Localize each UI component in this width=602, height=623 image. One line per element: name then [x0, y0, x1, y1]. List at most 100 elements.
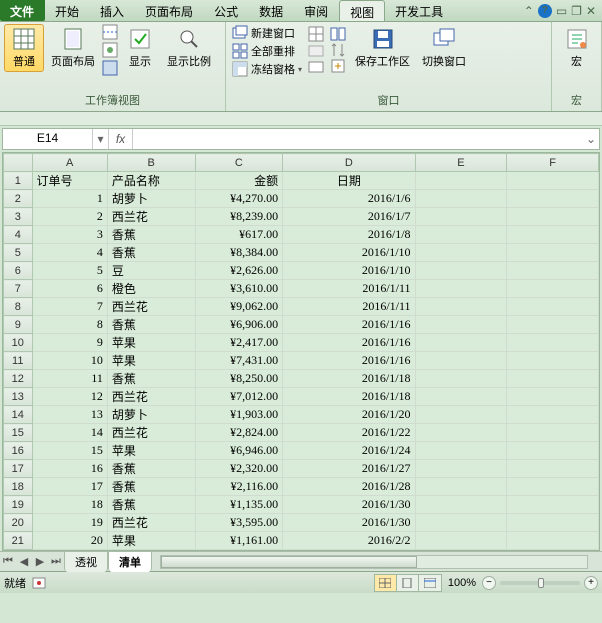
cell[interactable]: 2016/1/18 — [283, 370, 415, 388]
cell[interactable]: 2016/1/16 — [283, 352, 415, 370]
cell[interactable]: 2016/1/28 — [283, 478, 415, 496]
cell[interactable] — [507, 334, 599, 352]
cell[interactable] — [507, 280, 599, 298]
cell[interactable] — [415, 172, 507, 190]
cell[interactable]: 西兰花 — [107, 424, 195, 442]
tab-view[interactable]: 视图 — [339, 0, 385, 21]
cell[interactable]: ¥8,239.00 — [195, 208, 283, 226]
window-close-icon[interactable]: ✕ — [586, 4, 596, 18]
cell[interactable]: 10 — [32, 352, 107, 370]
cell[interactable]: ¥7,012.00 — [195, 388, 283, 406]
cell[interactable] — [415, 352, 507, 370]
row-header[interactable]: 6 — [4, 262, 33, 280]
row-header[interactable]: 9 — [4, 316, 33, 334]
cell[interactable]: ¥6,946.00 — [195, 442, 283, 460]
col-header[interactable]: C — [195, 154, 283, 172]
cell[interactable]: 豆 — [107, 262, 195, 280]
zoom-slider[interactable] — [500, 581, 580, 585]
cell[interactable]: 苹果 — [107, 442, 195, 460]
formula-bar-expand[interactable]: ⌄ — [583, 129, 599, 149]
row-header[interactable]: 18 — [4, 478, 33, 496]
cell[interactable] — [415, 442, 507, 460]
help-icon[interactable]: ? — [538, 4, 552, 18]
tab-review[interactable]: 审阅 — [294, 0, 339, 21]
sheet-tab-list[interactable]: 清单 — [108, 551, 152, 572]
name-box[interactable]: E14 — [3, 129, 93, 149]
row-header[interactable]: 17 — [4, 460, 33, 478]
cell[interactable]: 香蕉 — [107, 478, 195, 496]
new-window-button[interactable]: 新建窗口 — [230, 24, 304, 42]
cell[interactable] — [415, 334, 507, 352]
cell[interactable]: ¥617.00 — [195, 226, 283, 244]
custom-view-icon[interactable] — [102, 42, 118, 58]
row-header[interactable]: 2 — [4, 190, 33, 208]
cell[interactable]: ¥8,384.00 — [195, 244, 283, 262]
cell[interactable]: 订单号 — [32, 172, 107, 190]
cell[interactable]: ¥9,062.00 — [195, 298, 283, 316]
cell[interactable] — [415, 262, 507, 280]
view-normal-shortcut[interactable] — [375, 575, 397, 591]
cell[interactable] — [507, 406, 599, 424]
cell[interactable]: ¥2,626.00 — [195, 262, 283, 280]
cell[interactable] — [415, 514, 507, 532]
cell[interactable]: 20 — [32, 532, 107, 550]
cell[interactable]: 苹果 — [107, 532, 195, 550]
cell[interactable]: 3 — [32, 226, 107, 244]
cell[interactable] — [415, 244, 507, 262]
cell[interactable] — [415, 478, 507, 496]
side-by-side-icon[interactable] — [330, 26, 346, 42]
cell[interactable]: 4 — [32, 244, 107, 262]
cell[interactable] — [415, 208, 507, 226]
cell[interactable]: 1 — [32, 190, 107, 208]
cell[interactable]: 产品名称 — [107, 172, 195, 190]
col-header[interactable]: F — [507, 154, 599, 172]
cell[interactable]: 12 — [32, 388, 107, 406]
cell[interactable]: 胡萝卜 — [107, 406, 195, 424]
cell[interactable]: ¥1,161.00 — [195, 532, 283, 550]
sheet-nav-prev[interactable]: ◀ — [16, 555, 32, 568]
cell[interactable] — [507, 514, 599, 532]
cell[interactable]: 香蕉 — [107, 226, 195, 244]
row-header[interactable]: 13 — [4, 388, 33, 406]
cell[interactable] — [507, 226, 599, 244]
cell[interactable]: 日期 — [283, 172, 415, 190]
cell[interactable] — [415, 496, 507, 514]
cell[interactable] — [507, 172, 599, 190]
col-header[interactable]: B — [107, 154, 195, 172]
formula-input[interactable] — [133, 129, 583, 149]
cell[interactable]: 橙色 — [107, 280, 195, 298]
cell[interactable]: 2016/1/16 — [283, 334, 415, 352]
cell[interactable]: 2016/1/30 — [283, 514, 415, 532]
cell[interactable] — [507, 424, 599, 442]
cell[interactable]: 2016/1/18 — [283, 388, 415, 406]
cell[interactable] — [415, 424, 507, 442]
cell[interactable] — [507, 244, 599, 262]
fullscreen-icon[interactable] — [102, 60, 118, 76]
cell[interactable]: ¥3,595.00 — [195, 514, 283, 532]
tab-data[interactable]: 数据 — [249, 0, 294, 21]
cell[interactable]: 2016/1/22 — [283, 424, 415, 442]
sheet-tab-pivot[interactable]: 透视 — [64, 551, 108, 572]
sheet-nav-first[interactable]: ⏮ — [0, 555, 16, 568]
cell[interactable]: 2016/1/11 — [283, 298, 415, 316]
arrange-all-button[interactable]: 全部重排 — [230, 42, 304, 60]
row-header[interactable]: 8 — [4, 298, 33, 316]
cell[interactable]: 17 — [32, 478, 107, 496]
cell[interactable]: ¥3,610.00 — [195, 280, 283, 298]
row-header[interactable]: 5 — [4, 244, 33, 262]
cell[interactable]: ¥2,320.00 — [195, 460, 283, 478]
name-box-dropdown[interactable]: ▾ — [93, 129, 109, 149]
cell[interactable] — [415, 406, 507, 424]
cell[interactable]: 香蕉 — [107, 244, 195, 262]
cell[interactable]: 香蕉 — [107, 496, 195, 514]
cell[interactable]: 2016/1/11 — [283, 280, 415, 298]
sheet-nav-last[interactable]: ⏭ — [48, 555, 64, 568]
reset-pos-icon[interactable] — [330, 58, 346, 74]
cell[interactable] — [415, 532, 507, 550]
cell[interactable]: 香蕉 — [107, 370, 195, 388]
show-button[interactable]: 显示 — [120, 24, 160, 72]
col-header[interactable]: D — [283, 154, 415, 172]
cell[interactable]: 2016/1/30 — [283, 496, 415, 514]
view-page-layout-button[interactable]: 页面布局 — [46, 24, 100, 72]
zoom-button[interactable]: 显示比例 — [162, 24, 216, 72]
